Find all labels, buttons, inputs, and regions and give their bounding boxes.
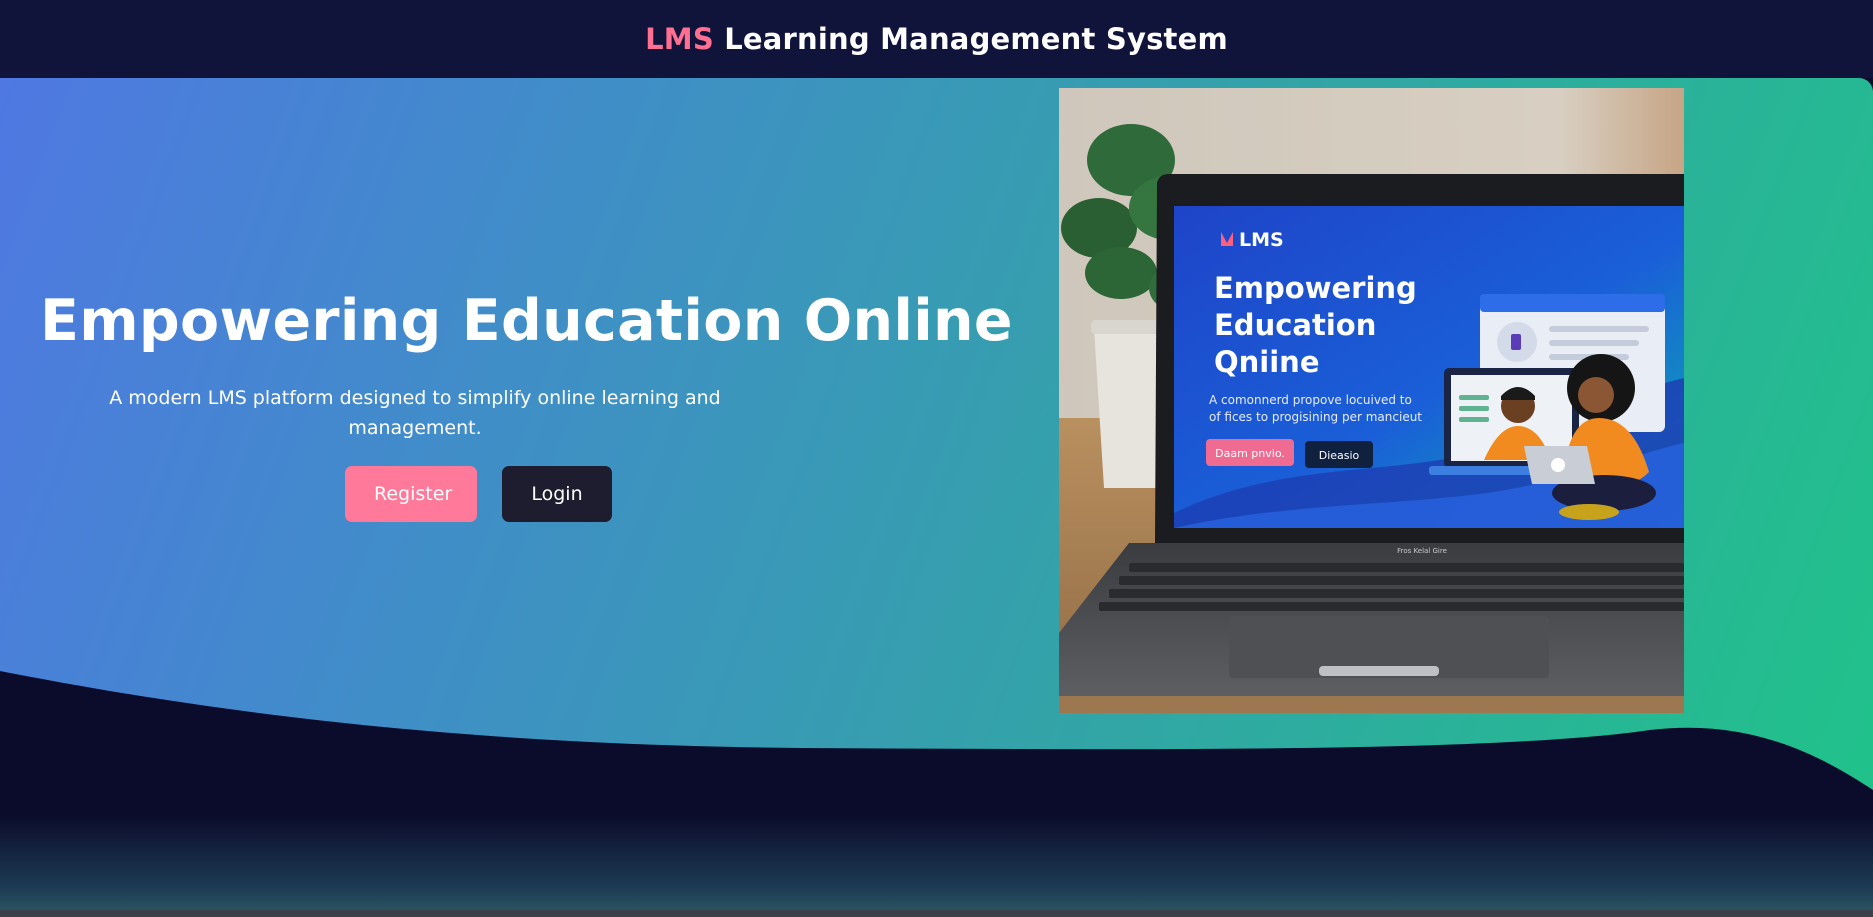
hero-content: Empowering Education Online A modern LMS… (40, 288, 1013, 522)
svg-text:Dieasio: Dieasio (1319, 449, 1360, 462)
hero-laptop-image: LMS Empowering Education Qniine A comonn… (1059, 88, 1684, 713)
laptop-label: Fros Kelal Gire (1397, 547, 1447, 555)
login-button[interactable]: Login (502, 466, 612, 522)
register-button[interactable]: Register (345, 466, 477, 522)
laptop-illustration: LMS Empowering Education Qniine A comonn… (1059, 88, 1684, 713)
brand-rest: Learning Management System (713, 22, 1228, 56)
screen-title-2: Education (1214, 308, 1376, 342)
brand-accent: LMS (645, 22, 714, 56)
screen-text-1: A comonnerd propove locuived to (1209, 393, 1412, 407)
bottom-fade (0, 815, 1873, 917)
screen-title-3: Qniine (1214, 345, 1320, 379)
hero-title: Empowering Education Online (40, 288, 1013, 354)
landing-page: LMS Learning Management System Empowerin… (0, 0, 1873, 917)
screen-text-2: of fices to progisining per mancieut (1209, 410, 1422, 424)
screen-logo: LMS (1239, 229, 1284, 251)
screen-title-1: Empowering (1214, 271, 1417, 305)
top-header: LMS Learning Management System (0, 0, 1873, 78)
hero-subtitle: A modern LMS platform designed to simpli… (109, 387, 721, 439)
hero-actions: Register Login (345, 466, 612, 522)
site-title: LMS Learning Management System (645, 22, 1228, 56)
svg-text:Daam pnvio.: Daam pnvio. (1215, 447, 1285, 460)
bottom-edge (0, 910, 1873, 917)
